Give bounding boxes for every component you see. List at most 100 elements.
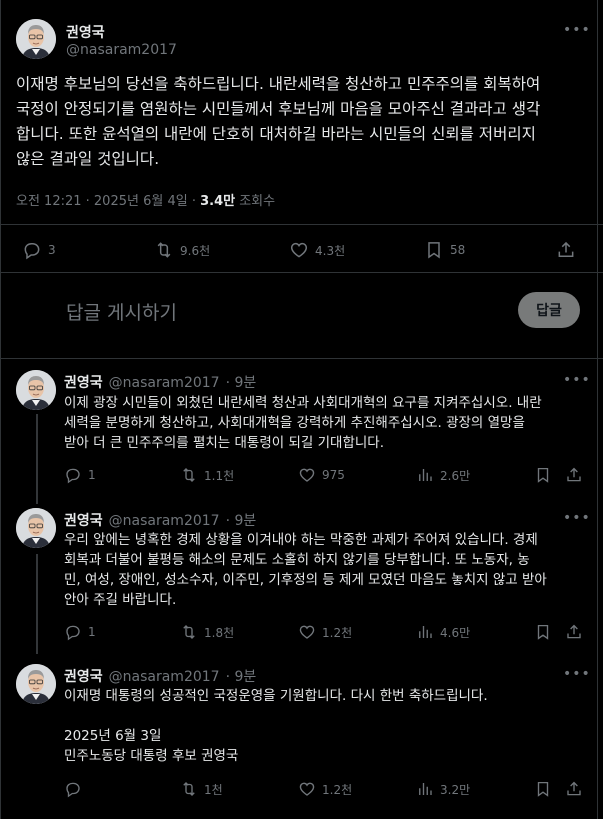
bookmark-button[interactable]: 58 (424, 240, 465, 260)
reply-count: 3 (48, 243, 56, 257)
bookmark-icon (534, 780, 552, 798)
view-count: 2.6만 (440, 468, 471, 483)
more-icon[interactable]: ••• (563, 22, 591, 38)
tweet-header: 권영국 @nasaram2017 · 9분 (64, 372, 256, 392)
author-name[interactable]: 권영국 (64, 372, 103, 392)
retweet-button[interactable]: 1.1천 (180, 466, 234, 484)
like-button[interactable]: 1.2천 (298, 623, 352, 641)
share-icon (565, 623, 583, 641)
author-name[interactable]: 권영국 (64, 510, 103, 530)
reply-button[interactable] (64, 780, 88, 798)
retweet-icon (180, 623, 198, 641)
bookmark-icon (424, 240, 444, 260)
author-name[interactable]: 권영국 (64, 666, 103, 686)
retweet-icon (180, 466, 198, 484)
retweet-count: 1.8천 (204, 625, 235, 640)
share-icon (565, 780, 583, 798)
reply-submit-button[interactable]: 답글 (518, 292, 580, 328)
divider (0, 358, 603, 359)
like-count: 1.2천 (322, 782, 353, 797)
author-handle[interactable]: @nasaram2017 (109, 375, 220, 391)
like-icon (298, 466, 316, 484)
views-icon (416, 466, 434, 484)
retweet-button[interactable]: 9.6천 (154, 240, 210, 260)
reply-button[interactable]: 1 (64, 623, 96, 641)
retweet-count: 1.1천 (204, 468, 235, 483)
like-icon (289, 240, 309, 260)
more-icon[interactable]: ••• (563, 510, 591, 526)
share-button[interactable] (565, 466, 583, 484)
views-icon (416, 780, 434, 798)
tweet-time[interactable]: · 9분 (226, 666, 257, 686)
bookmark-button[interactable] (534, 466, 552, 484)
reply-input[interactable]: 답글 게시하기 (66, 298, 177, 325)
like-count: 975 (322, 468, 345, 482)
reply-icon (22, 240, 42, 260)
view-count: 3.4만 (200, 194, 236, 209)
author-handle[interactable]: @nasaram2017 (109, 513, 220, 529)
divider (0, 224, 603, 225)
retweet-button[interactable]: 1.8천 (180, 623, 234, 641)
reply-count: 1 (88, 625, 96, 639)
avatar[interactable] (16, 508, 56, 548)
author-handle[interactable]: @nasaram2017 (109, 669, 220, 685)
views-button[interactable]: 2.6만 (416, 466, 470, 484)
thread-line (36, 414, 38, 504)
more-icon[interactable]: ••• (563, 372, 591, 388)
reply-icon (64, 466, 82, 484)
thread-line (36, 554, 38, 654)
share-button[interactable] (565, 780, 583, 798)
avatar[interactable] (16, 19, 56, 59)
view-count: 4.6만 (440, 625, 471, 640)
column-border-left (0, 0, 1, 819)
retweet-icon (180, 780, 198, 798)
reply-icon (64, 623, 82, 641)
main-tweet-meta: 오전 12:21 · 2025년 6월 4일 · 3.4만 조회수 (16, 190, 275, 209)
main-author-name[interactable]: 권영국 (66, 22, 105, 42)
tweet-time[interactable]: · 9분 (226, 372, 257, 392)
tweet-header: 권영국 @nasaram2017 · 9분 (64, 510, 256, 530)
reply-button[interactable]: 1 (64, 466, 96, 484)
tweet-timestamp[interactable]: 오전 12:21 · 2025년 6월 4일 · (16, 194, 200, 209)
bookmark-icon (534, 466, 552, 484)
avatar[interactable] (16, 664, 56, 704)
like-button[interactable]: 975 (298, 466, 345, 484)
like-count: 4.3천 (315, 243, 346, 258)
bookmark-count: 58 (450, 243, 466, 257)
bookmark-button[interactable] (534, 623, 552, 641)
like-icon (298, 780, 316, 798)
main-tweet-text: 이재명 후보님의 당선을 축하드립니다. 내란세력을 청산하고 민주주의를 회복… (16, 75, 541, 168)
share-icon (565, 466, 583, 484)
retweet-count: 9.6천 (180, 243, 211, 258)
like-button[interactable]: 4.3천 (289, 240, 345, 260)
view-count: 3.2만 (440, 782, 471, 797)
retweet-count: 1천 (204, 782, 223, 797)
retweet-button[interactable]: 1천 (180, 780, 223, 798)
tweet-text: 이제 광장 시민들이 외쳤던 내란세력 청산과 사회대개혁의 요구를 지켜주십시… (64, 395, 542, 451)
reply-button[interactable]: 3 (22, 240, 56, 260)
views-icon (416, 623, 434, 641)
reply-count: 1 (88, 468, 96, 482)
retweet-icon (154, 240, 174, 260)
views-button[interactable]: 4.6만 (416, 623, 470, 641)
main-author-handle[interactable]: @nasaram2017 (66, 42, 177, 58)
avatar[interactable] (16, 370, 56, 410)
share-button[interactable] (565, 623, 583, 641)
like-count: 1.2천 (322, 625, 353, 640)
composer-avatar (16, 288, 24, 296)
more-icon[interactable]: ••• (563, 666, 591, 682)
tweet-header: 권영국 @nasaram2017 · 9분 (64, 666, 256, 686)
tweet-text: 우리 앞에는 녕혹한 경제 상황을 이겨내야 하는 막중한 과제가 주어져 있습… (64, 532, 547, 608)
like-icon (298, 623, 316, 641)
tweet-text: 이재명 대통령의 성공적인 국정운영을 기원합니다. 다시 한번 축하드립니다.… (64, 688, 488, 764)
bookmark-button[interactable] (534, 780, 552, 798)
view-label: 조회수 (235, 194, 276, 209)
bookmark-icon (534, 623, 552, 641)
like-button[interactable]: 1.2천 (298, 780, 352, 798)
divider (0, 272, 603, 273)
share-icon (556, 240, 576, 260)
share-button[interactable] (556, 240, 576, 260)
views-button[interactable]: 3.2만 (416, 780, 470, 798)
reply-icon (64, 780, 82, 798)
tweet-time[interactable]: · 9분 (226, 510, 257, 530)
